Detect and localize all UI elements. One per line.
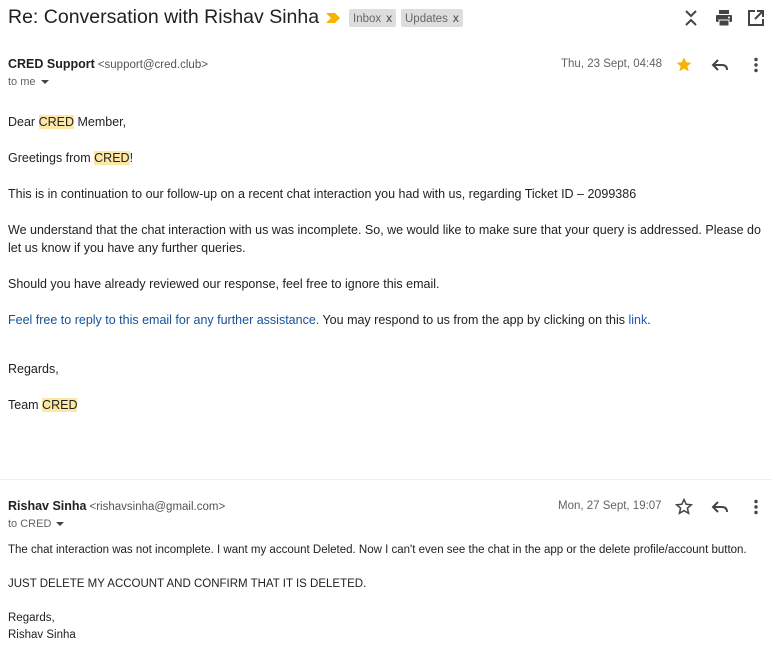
star-outline-icon[interactable] (674, 497, 694, 517)
sender-email: <rishavsinha@gmail.com> (89, 501, 226, 513)
body-regards: Regards, (8, 612, 55, 624)
paragraph-text: You may respond to us from the app by cl… (319, 313, 629, 327)
body-regards: Regards, (8, 362, 59, 376)
greeting-text: Dear (8, 115, 39, 129)
message-divider (0, 479, 772, 480)
subject-bar: Re: Conversation with Rishav Sinha Inbox… (0, 0, 772, 40)
collapse-icon[interactable] (681, 8, 701, 28)
body-paragraph: This is in continuation to our follow-up… (8, 187, 637, 201)
more-options-icon[interactable] (746, 497, 766, 517)
open-in-new-window-icon[interactable] (746, 8, 766, 28)
label-chip-updates: Updates x (401, 9, 463, 27)
body-paragraph: We understand that the chat interaction … (8, 223, 761, 255)
body-paragraph: Should you have already reviewed our res… (8, 277, 440, 291)
body-line: JUST DELETE MY ACCOUNT AND CONFIRM THAT … (8, 578, 367, 590)
message-date: Thu, 23 Sept, 04:48 (561, 58, 663, 70)
body-signature: Team CRED (8, 396, 78, 414)
greetings-text: ! (129, 151, 134, 165)
greetings-text: Greetings from (8, 151, 95, 165)
sender-name: Rishav Sinha (8, 499, 87, 513)
importance-marker-icon[interactable] (325, 12, 341, 24)
print-icon[interactable] (714, 8, 734, 28)
label-chip-inbox: Inbox x (349, 9, 397, 27)
body-signature: Rishav Sinha (8, 629, 76, 641)
greeting-text: Member, (74, 115, 127, 129)
search-highlight: CRED (94, 151, 130, 165)
sender-name: CRED Support (8, 57, 95, 71)
recipient-label: to me (8, 76, 36, 88)
body-line: The chat interaction was not incomplete.… (8, 544, 747, 556)
chevron-down-icon (40, 80, 49, 85)
search-highlight: CRED (38, 115, 74, 129)
remove-label-icon[interactable]: x (386, 11, 392, 25)
search-highlight: CRED (42, 398, 78, 412)
reply-icon[interactable] (710, 55, 730, 75)
reply-icon[interactable] (710, 497, 730, 517)
paragraph-text: . (647, 313, 651, 327)
label-chip-name: Inbox (353, 13, 382, 25)
label-chip-name: Updates (405, 13, 448, 25)
body-paragraph: Feel free to reply to this email for any… (8, 311, 651, 329)
signature-text: Team (8, 398, 43, 412)
recipient-details[interactable]: to me (8, 76, 49, 88)
message-sender[interactable]: CRED Support <support@cred.club> (8, 57, 208, 71)
sender-email: <support@cred.club> (97, 59, 208, 71)
email-subject: Re: Conversation with Rishav Sinha (8, 6, 320, 28)
more-options-icon[interactable] (746, 55, 766, 75)
message-sender[interactable]: Rishav Sinha <rishavsinha@gmail.com> (8, 499, 225, 513)
body-greeting: Dear CRED Member, (8, 113, 126, 131)
assistance-text: Feel free to reply to this email for any… (8, 313, 320, 327)
recipient-label: to CRED (8, 518, 52, 530)
body-greetings: Greetings from CRED! (8, 149, 133, 167)
star-icon[interactable] (674, 55, 694, 75)
message-date: Mon, 27 Sept, 19:07 (558, 500, 662, 512)
app-link[interactable]: link (628, 313, 647, 327)
chevron-down-icon (56, 522, 65, 527)
remove-label-icon[interactable]: x (453, 11, 459, 25)
recipient-details[interactable]: to CRED (8, 518, 65, 530)
